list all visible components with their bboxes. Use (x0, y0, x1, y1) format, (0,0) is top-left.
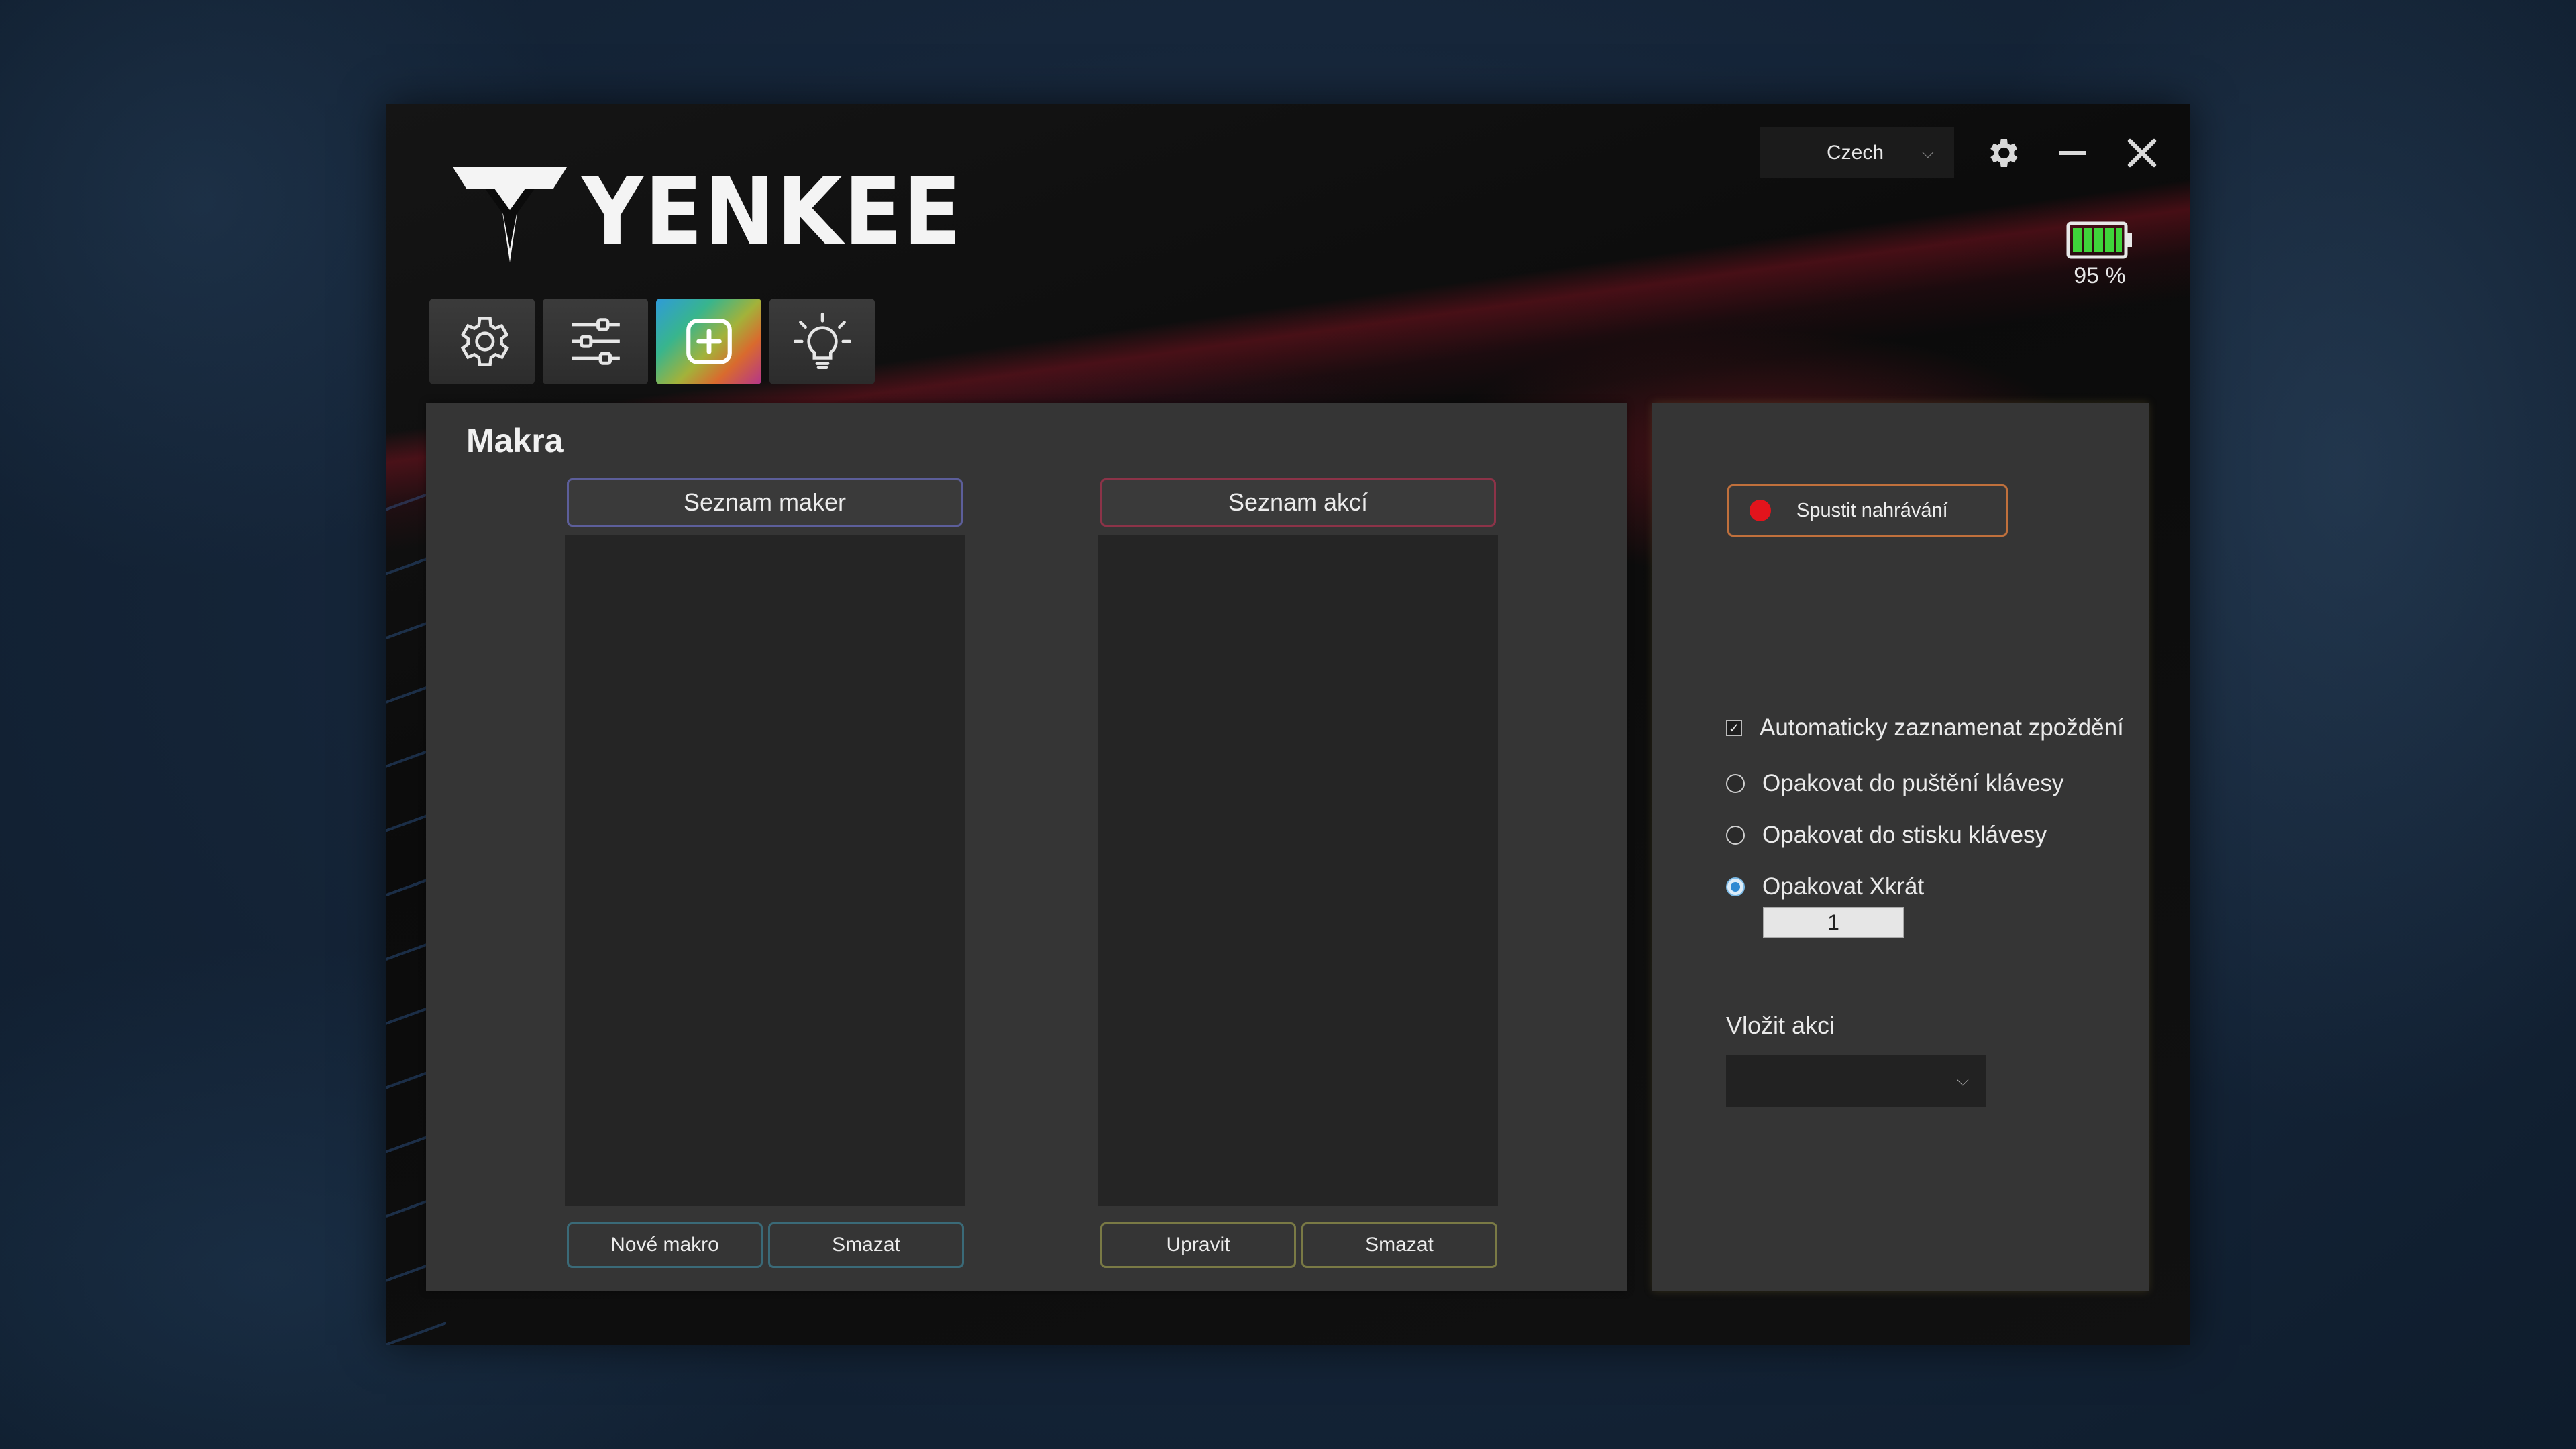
nav-lighting[interactable] (769, 299, 875, 384)
repeat-x-times-radio[interactable] (1726, 877, 1745, 896)
brand-logo: YENKEE (453, 158, 996, 266)
language-select[interactable]: Czech ⌵ (1760, 127, 1954, 178)
language-value: Czech (1827, 141, 1884, 164)
nav-adjustments[interactable] (543, 299, 648, 384)
action-list-header: Seznam akcí (1100, 478, 1496, 527)
action-list[interactable] (1098, 535, 1498, 1206)
repeat-until-release-radio[interactable] (1726, 774, 1745, 793)
nav-settings[interactable] (429, 299, 535, 384)
repeat-option-label: Opakovat Xkrát (1762, 873, 1925, 900)
recording-panel: Spustit nahrávání ✓ Automaticky zaznamen… (1652, 402, 2149, 1291)
panel-title: Makra (466, 422, 564, 460)
repeat-count-input[interactable] (1763, 907, 1904, 938)
auto-delay-checkbox[interactable]: ✓ (1726, 720, 1742, 736)
new-macro-button[interactable]: Nové makro (567, 1222, 763, 1268)
delete-macro-button[interactable]: Smazat (768, 1222, 964, 1268)
auto-delay-label: Automaticky zaznamenat zpoždění (1760, 714, 2124, 741)
minimize-icon (2059, 150, 2086, 155)
record-button-label: Spustit nahrávání (1796, 499, 1948, 521)
insert-action-select[interactable]: ⌵ (1726, 1055, 1986, 1107)
macro-list-header: Seznam maker (567, 478, 963, 527)
auto-delay-option[interactable]: ✓ Automaticky zaznamenat zpoždění (1726, 714, 2124, 741)
main-nav (429, 299, 875, 384)
battery-indicator: 95 % (2066, 221, 2133, 289)
battery-percent: 95 % (2074, 263, 2126, 288)
chevron-down-icon: ⌵ (1956, 1071, 1969, 1089)
top-bar: Czech ⌵ (1760, 127, 2163, 178)
repeat-x-times-option[interactable]: Opakovat Xkrát (1726, 873, 1924, 900)
repeat-option-label: Opakovat do stisku klávesy (1762, 822, 2047, 848)
sliders-icon (571, 318, 620, 365)
close-button[interactable] (2121, 131, 2163, 174)
record-dot-icon (1750, 500, 1771, 521)
minimize-button[interactable] (2051, 131, 2094, 174)
start-recording-button[interactable]: Spustit nahrávání (1727, 484, 2008, 537)
edit-action-button[interactable]: Upravit (1100, 1222, 1296, 1268)
repeat-option-label: Opakovat do puštění klávesy (1762, 770, 2064, 796)
nav-macros[interactable] (656, 299, 761, 384)
battery-icon (2066, 221, 2132, 259)
yenkee-logo-icon (453, 166, 567, 262)
gear-icon (460, 317, 509, 366)
insert-action-label: Vložit akci (1726, 1012, 1835, 1039)
gear-icon (1990, 138, 2018, 167)
repeat-until-press-option[interactable]: Opakovat do stisku klávesy (1726, 822, 2047, 849)
app-window: YENKEE Czech ⌵ 95 % Makra Seznam maker N… (386, 104, 2190, 1345)
plus-square-icon (686, 319, 732, 364)
settings-gear-button[interactable] (1981, 131, 2024, 174)
macros-panel: Makra Seznam maker Nové makro Smazat Sez… (426, 402, 1627, 1291)
repeat-until-press-radio[interactable] (1726, 826, 1745, 845)
delete-action-button[interactable]: Smazat (1301, 1222, 1497, 1268)
close-icon (2127, 138, 2157, 167)
chevron-down-icon: ⌵ (1921, 143, 1934, 162)
macro-list[interactable] (565, 535, 965, 1206)
brand-name: YENKEE (582, 158, 963, 266)
repeat-until-release-option[interactable]: Opakovat do puštění klávesy (1726, 770, 2063, 797)
lightbulb-icon (793, 312, 851, 370)
